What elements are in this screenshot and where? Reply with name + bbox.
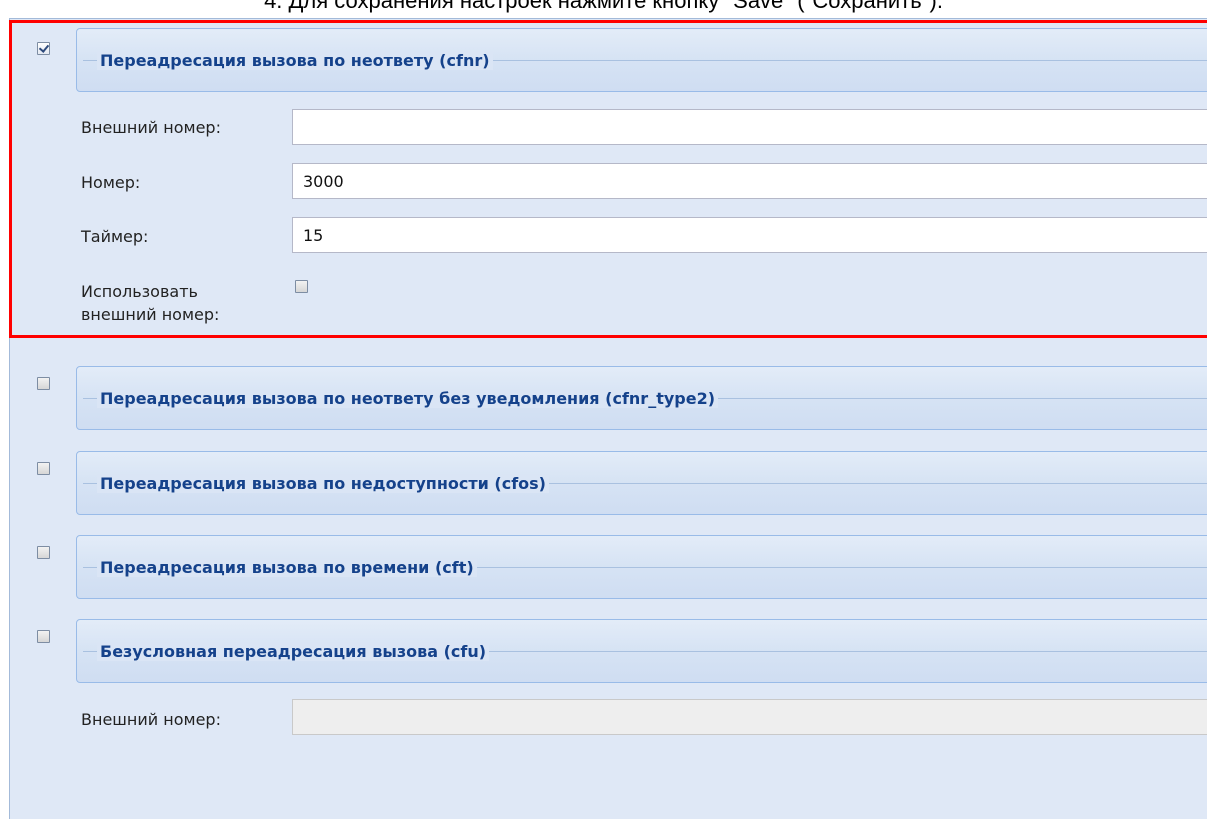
cfnr-type2-section-title: Переадресация вызова по неответу без уве… — [97, 389, 719, 408]
cfu-enable-checkbox[interactable] — [37, 630, 50, 643]
cfu-section-title: Безусловная переадресация вызова (cfu) — [97, 642, 490, 661]
cfnr-use-external-label-line2: внешний номер: — [81, 305, 220, 324]
cft-section-title: Переадресация вызова по времени (cft) — [97, 558, 477, 577]
instruction-caption: 4. Для сохранения настроек нажмите кнопк… — [264, 0, 943, 13]
cfnr-use-external-checkbox[interactable] — [295, 280, 308, 293]
cfnr-type2-fieldset-header: Переадресация вызова по неответу без уве… — [76, 366, 1207, 430]
cfnr-external-number-label: Внешний номер: — [81, 118, 221, 137]
cft-fieldset-header: Переадресация вызова по времени (cft) — [76, 535, 1207, 599]
cfnr-enable-checkbox[interactable] — [37, 42, 50, 55]
cft-enable-checkbox[interactable] — [37, 546, 50, 559]
cfnr-type2-enable-checkbox[interactable] — [37, 377, 50, 390]
cfos-enable-checkbox[interactable] — [37, 462, 50, 475]
cfos-fieldset-header: Переадресация вызова по недоступности (c… — [76, 451, 1207, 515]
cfnr-section-title: Переадресация вызова по неответу (cfnr) — [97, 51, 493, 70]
cfu-fieldset-header: Безусловная переадресация вызова (cfu) — [76, 619, 1207, 683]
cfnr-timer-field[interactable] — [292, 217, 1207, 253]
cfu-external-number-field[interactable] — [292, 699, 1207, 735]
cfnr-number-field[interactable] — [292, 163, 1207, 199]
cfnr-use-external-label-line1: Использовать — [81, 282, 198, 301]
cfos-section-title: Переадресация вызова по недоступности (c… — [97, 474, 549, 493]
cfnr-number-label: Номер: — [81, 173, 141, 192]
cfnr-external-number-field[interactable] — [292, 109, 1207, 145]
cfnr-fieldset-header: Переадресация вызова по неответу (cfnr) — [76, 28, 1207, 92]
cfu-external-number-label: Внешний номер: — [81, 710, 221, 729]
cfnr-timer-label: Таймер: — [81, 227, 149, 246]
